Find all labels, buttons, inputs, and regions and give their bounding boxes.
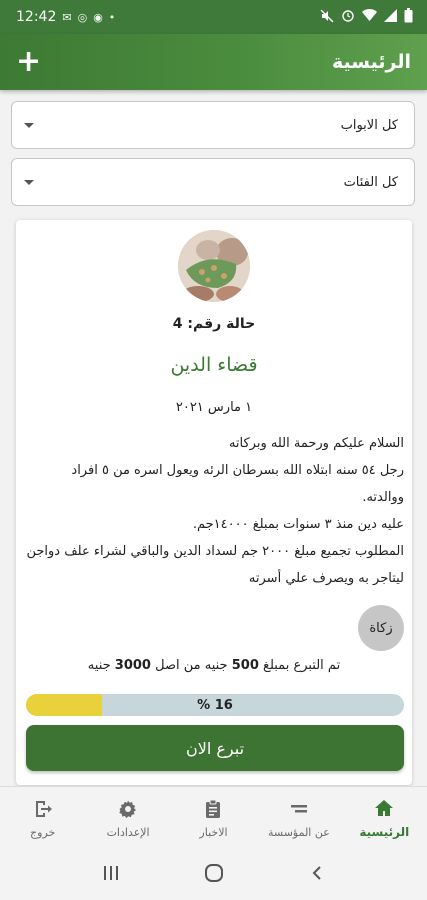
nav-label-logout: خروج <box>30 825 56 839</box>
battery-icon <box>404 8 413 26</box>
case-number: حالة رقم: 4 <box>16 316 412 332</box>
nav-item-home[interactable]: الرئيسية <box>342 787 427 850</box>
dropdown-caret-icon <box>24 122 34 128</box>
add-button[interactable]: + <box>16 47 41 77</box>
signal-icon <box>384 9 397 25</box>
description-line: السلام عليكم ورحمة الله وبركاته <box>228 436 404 451</box>
system-nav-bar <box>0 850 427 900</box>
nav-item-news[interactable]: الاخبار <box>171 787 256 850</box>
notification-dot: • <box>108 10 116 24</box>
mute-icon <box>320 9 334 26</box>
alarm-icon <box>341 9 355 26</box>
gmail-icon: ✉ <box>62 10 72 24</box>
instagram-icon: ◎ <box>77 10 88 24</box>
case-number-label: حالة رقم: <box>187 316 256 332</box>
donated-amount: 500 <box>231 658 259 673</box>
case-image <box>178 230 250 302</box>
sections-dropdown-value: كل الابواب <box>340 117 398 133</box>
nav-label-home: الرئيسية <box>359 825 410 839</box>
page-title: الرئيسية <box>332 51 411 73</box>
donated-prefix: تم التبرع بمبلغ <box>263 658 341 673</box>
recent-apps-icon[interactable] <box>102 865 120 885</box>
equals-icon <box>290 804 307 812</box>
nav-label-settings: الإعدادات <box>106 825 150 839</box>
case-card[interactable]: حالة رقم: 4 قضاء الدين ١ مارس ٢٠٢١ السلا… <box>16 220 412 785</box>
status-time: 12:42 <box>16 9 57 25</box>
case-number-value: 4 <box>172 316 183 332</box>
donate-now-button[interactable]: تبرع الان <box>26 725 404 771</box>
nav-item-logout[interactable]: خروج <box>0 787 85 850</box>
home-circle-icon[interactable] <box>204 863 224 887</box>
donated-middle: جنيه من اصل <box>155 658 228 673</box>
logout-icon <box>35 800 52 817</box>
donation-progress-bar: 16 % <box>26 694 404 716</box>
nav-label-news: الاخبار <box>199 825 228 839</box>
nav-item-about[interactable]: عن المؤسسة <box>256 787 341 850</box>
nav-label-about: عن المؤسسة <box>267 825 330 839</box>
dropdown-caret-icon <box>24 179 34 185</box>
clipboard-icon <box>206 799 221 818</box>
case-date: ١ مارس ٢٠٢١ <box>175 400 253 415</box>
donation-summary: تم التبرع بمبلغ 500 جنيه من اصل 3000 جني… <box>16 658 412 673</box>
categories-dropdown[interactable]: كل الفئات <box>11 158 415 206</box>
gear-icon <box>119 800 137 818</box>
case-description: السلام عليكم ورحمة الله وبركاته رجل ٥٤ س… <box>26 430 404 592</box>
category-badge: زكاة <box>358 605 404 651</box>
back-icon[interactable] <box>309 865 325 885</box>
case-title: قضاء الدين <box>170 354 258 376</box>
soccer-icon: ◉ <box>93 10 103 24</box>
description-line: عليه دين منذ ٣ سنوات بمبلغ ١٤٠٠٠جم. <box>192 517 404 532</box>
wifi-icon <box>362 9 377 25</box>
bottom-nav: الرئيسية عن المؤسسة الاخبار الإعدادات خر… <box>0 786 427 850</box>
progress-label: 16 % <box>197 697 233 713</box>
currency-label: جنيه <box>87 658 111 673</box>
sections-dropdown[interactable]: كل الابواب <box>11 101 415 149</box>
home-icon <box>375 800 394 816</box>
nav-item-settings[interactable]: الإعدادات <box>85 787 170 850</box>
status-bar: 12:42 ✉ ◎ ◉ • <box>0 0 427 34</box>
description-line: رجل ٥٤ سنه ابتلاه الله بسرطان الرئه ويعو… <box>71 463 404 505</box>
categories-dropdown-value: كل الفئات <box>343 174 398 190</box>
app-bar: + الرئيسية <box>0 34 427 90</box>
target-amount: 3000 <box>114 658 151 673</box>
description-line: المطلوب تجميع مبلغ ٢٠٠٠ جم لسداد الدين و… <box>26 544 404 586</box>
